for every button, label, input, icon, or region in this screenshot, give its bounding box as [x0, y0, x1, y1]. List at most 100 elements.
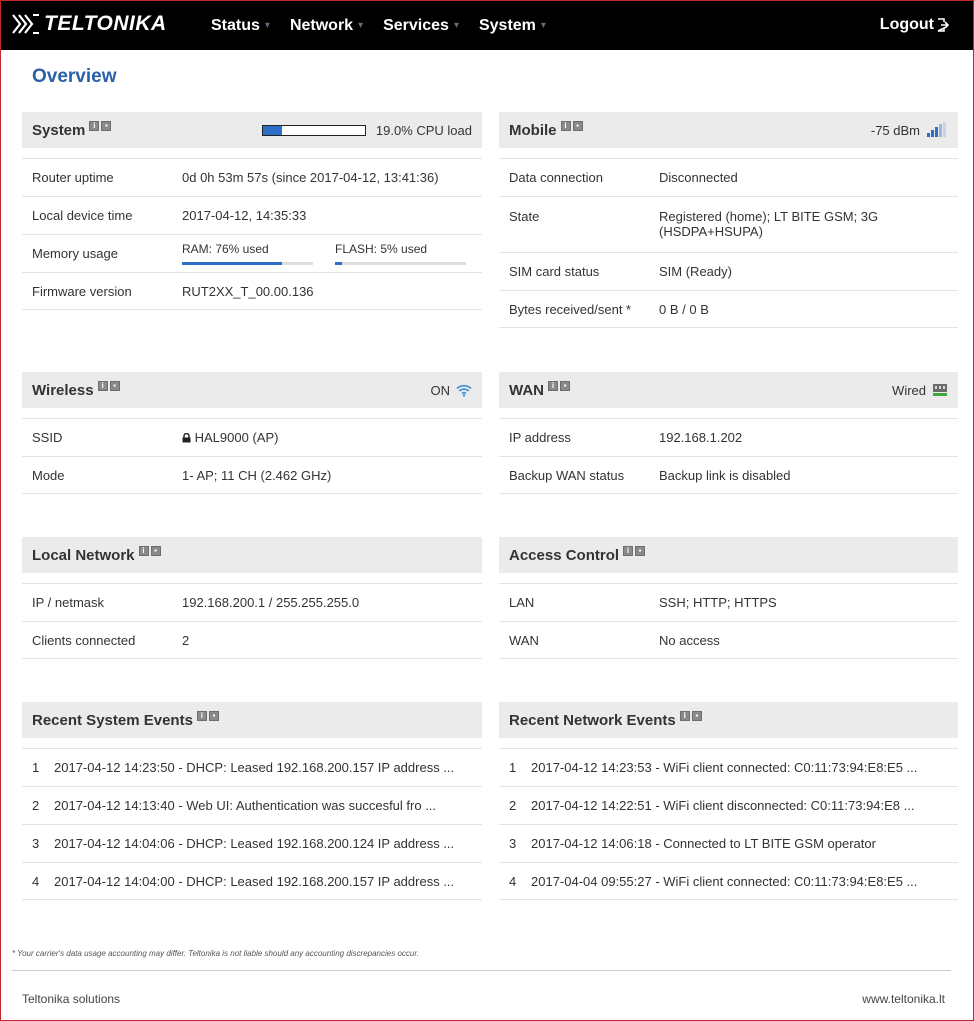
wireless-panel-title: Wireless — [32, 381, 94, 399]
nav-status-label: Status — [211, 16, 260, 34]
chevron-down-icon: ▾ — [540, 20, 546, 31]
memory-row: Memory usage RAM: 76% used FLASH: 5% use… — [22, 234, 482, 272]
access-wan-label: WAN — [509, 632, 539, 648]
cpu-load: 19.0% CPU load — [261, 112, 472, 148]
wireless-status: ON — [431, 372, 473, 408]
access-control-panel: Access Control i ▪ LAN SSH; HTTP; HTTPS … — [499, 537, 958, 659]
main-nav: Status ▾ Network ▾ Services ▾ System ▾ — [211, 1, 566, 50]
event-number: 1 — [32, 760, 40, 775]
settings-icon[interactable]: ▪ — [101, 121, 112, 131]
teltonika-logo[interactable]: TELTONIKA — [11, 12, 167, 36]
settings-icon[interactable]: ▪ — [560, 381, 570, 391]
mobile-panel: Mobile i ▪ -75 dBm Data connection Disco… — [499, 112, 958, 328]
wan-status: Wired — [892, 372, 948, 408]
mode-value: 1- AP; 11 CH (2.462 GHz) — [182, 467, 332, 483]
ssid-label: SSID — [32, 430, 63, 445]
event-number: 4 — [32, 873, 40, 889]
footer-website-link[interactable]: www.teltonika.lt — [862, 992, 945, 1006]
local-network-panel-header: Local Network i ▪ — [22, 537, 482, 573]
footer-company: Teltonika solutions — [22, 992, 121, 1006]
event-number: 4 — [509, 873, 517, 889]
wan-status-text: Wired — [892, 382, 926, 398]
lan-ip-label: IP / netmask — [32, 595, 105, 610]
system-events-panel-title: Recent System Events — [32, 711, 193, 729]
flash-usage: FLASH: 5% used — [335, 242, 466, 265]
ssid-value: HAL9000 (AP) — [194, 430, 279, 445]
nav-services[interactable]: Services ▾ — [383, 17, 459, 35]
settings-icon[interactable]: ▪ — [150, 546, 161, 556]
firmware-value: RUT2XX_T_00.00.136 — [182, 283, 314, 299]
firmware-label: Firmware version — [32, 283, 132, 299]
event-number: 3 — [32, 836, 40, 851]
data-usage-footnote: * Your carrier's data usage accounting m… — [12, 949, 419, 958]
cpu-load-fill — [262, 125, 283, 135]
event-number: 1 — [509, 760, 517, 775]
network-events-panel: Recent Network Events i ▪ 1 2017-04-12 1… — [499, 702, 958, 900]
network-events-panel-title: Recent Network Events — [509, 711, 676, 729]
system-panel: System i ▪ 19.0% CPU load Router uptime … — [22, 112, 482, 310]
event-text: 2017-04-12 14:22:51 - WiFi client discon… — [531, 798, 915, 813]
info-icon[interactable]: i — [560, 121, 571, 131]
sim-status-row: SIM card status SIM (Ready) — [499, 252, 958, 290]
local-network-panel-title: Local Network — [32, 546, 135, 564]
ram-usage-text: RAM: 76% used — [182, 242, 269, 256]
clients-row: Clients connected 2 — [22, 621, 482, 659]
teltonika-logo-icon — [12, 14, 39, 34]
info-icon[interactable]: i — [89, 121, 100, 131]
nav-system[interactable]: System ▾ — [479, 17, 546, 35]
backup-wan-row: Backup WAN status Backup link is disable… — [499, 456, 958, 494]
settings-icon[interactable]: ▪ — [208, 711, 219, 721]
access-control-panel-header: Access Control i ▪ — [499, 537, 958, 573]
data-connection-row: Data connection Disconnected — [499, 158, 958, 196]
event-number: 2 — [32, 798, 40, 813]
info-icon[interactable]: i — [623, 546, 634, 556]
footer-divider — [12, 970, 951, 971]
nav-status[interactable]: Status ▾ — [211, 17, 270, 35]
settings-icon[interactable]: ▪ — [572, 121, 583, 131]
settings-icon[interactable]: ▪ — [691, 711, 702, 721]
flash-usage-bar — [335, 262, 466, 265]
logout-icon — [937, 18, 949, 32]
nav-network[interactable]: Network ▾ — [290, 17, 363, 35]
uptime-row: Router uptime 0d 0h 53m 57s (since 2017-… — [22, 158, 482, 196]
mobile-signal: -75 dBm — [871, 112, 948, 148]
local-time-value: 2017-04-12, 14:35:33 — [182, 208, 307, 223]
event-text: 2017-04-12 14:13:40 - Web UI: Authentica… — [54, 798, 437, 813]
wan-panel-title: WAN — [509, 381, 544, 399]
ethernet-icon — [933, 384, 947, 396]
info-icon[interactable]: i — [97, 381, 108, 391]
mode-label: Mode — [32, 467, 65, 483]
system-events-panel-header: Recent System Events i ▪ — [22, 702, 482, 738]
info-icon[interactable]: i — [548, 381, 558, 391]
cpu-load-text: 19.0% CPU load — [375, 122, 472, 138]
settings-icon[interactable]: ▪ — [635, 546, 646, 556]
event-number: 3 — [509, 836, 517, 851]
memory-label: Memory usage — [32, 246, 118, 261]
event-text: 2017-04-04 09:55:27 - WiFi client connec… — [531, 873, 918, 889]
info-icon[interactable]: i — [196, 711, 207, 721]
settings-icon[interactable]: ▪ — [109, 381, 120, 391]
clients-value: 2 — [182, 632, 190, 648]
event-text: 2017-04-12 14:04:06 - DHCP: Leased 192.1… — [54, 836, 455, 851]
sim-status-value: SIM (Ready) — [659, 264, 732, 279]
signal-strength-text: -75 dBm — [870, 122, 920, 138]
event-number: 2 — [509, 798, 517, 813]
logout-button[interactable]: Logout — [880, 16, 949, 34]
lan-ip-row: IP / netmask 192.168.200.1 / 255.255.255… — [22, 583, 482, 621]
bytes-value: 0 B / 0 B — [659, 301, 709, 317]
info-icon[interactable]: i — [138, 546, 149, 556]
info-icon[interactable]: i — [679, 711, 690, 721]
signal-bars-icon — [927, 122, 946, 137]
mobile-panel-title: Mobile — [509, 121, 557, 139]
list-item: 4 2017-04-12 14:04:00 - DHCP: Leased 192… — [22, 862, 482, 900]
access-control-panel-title: Access Control — [509, 546, 620, 564]
ssid-value-wrap: HAL9000 (AP) — [182, 430, 472, 445]
system-events-panel: Recent System Events i ▪ 1 2017-04-12 14… — [22, 702, 482, 900]
local-time-row: Local device time 2017-04-12, 14:35:33 — [22, 196, 482, 234]
list-item: 1 2017-04-12 14:23:50 - DHCP: Leased 192… — [22, 748, 482, 786]
local-time-label: Local device time — [32, 208, 133, 223]
uptime-label: Router uptime — [32, 170, 114, 185]
nav-system-label: System — [478, 16, 536, 34]
logout-label: Logout — [879, 16, 934, 33]
uptime-value: 0d 0h 53m 57s (since 2017-04-12, 13:41:3… — [182, 170, 439, 185]
